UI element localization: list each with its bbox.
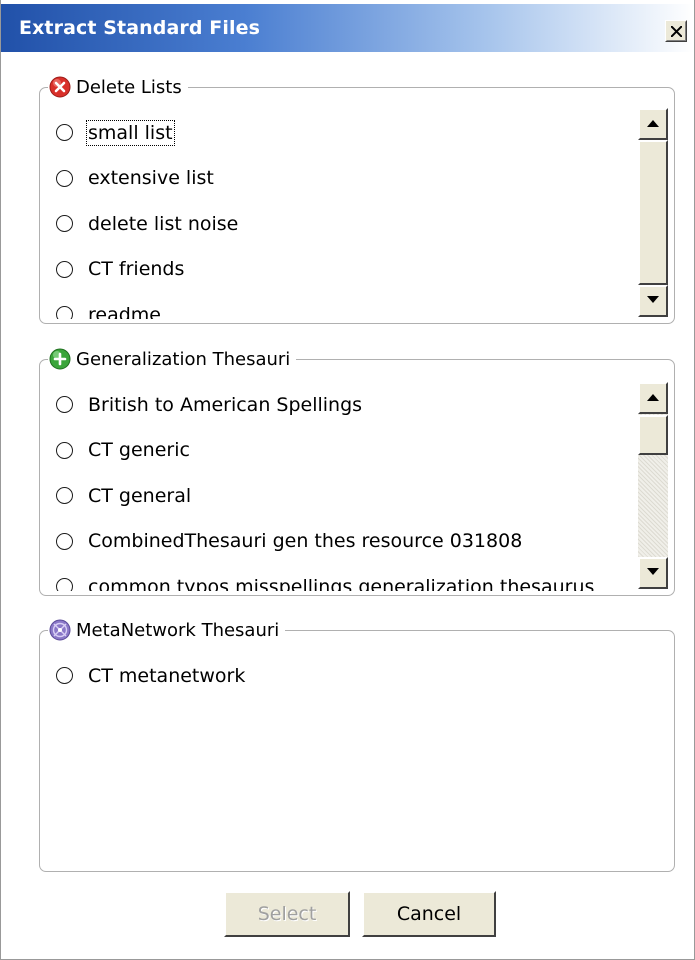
arrow-up-icon xyxy=(647,120,659,127)
list-item[interactable]: CombinedThesauri gen thes resource 03180… xyxy=(56,519,632,565)
window-title: Extract Standard Files xyxy=(19,17,260,39)
radio-button[interactable] xyxy=(56,532,73,550)
radio-button[interactable] xyxy=(56,487,73,505)
select-button-label: Select xyxy=(257,903,317,925)
list-item-label: extensive list xyxy=(88,167,214,190)
list-item[interactable]: CT metanetwork xyxy=(56,653,658,699)
radio-button[interactable] xyxy=(56,260,73,278)
arrow-up-icon xyxy=(647,394,659,401)
list-item-label: CT general xyxy=(88,484,192,507)
dialog-window: Extract Standard Files Delete Lists smal… xyxy=(0,0,695,960)
list-item[interactable]: CT generic xyxy=(56,428,632,474)
delete-lists-group: Delete Lists small list extensive list d… xyxy=(39,72,675,324)
list-item-label: CT friends xyxy=(88,258,185,281)
list-item-label: CT metanetwork xyxy=(88,664,246,687)
add-icon xyxy=(49,348,71,370)
generalization-legend: Generalization Thesauri xyxy=(48,344,297,374)
list-item-label: CT generic xyxy=(88,439,190,462)
radio-button[interactable] xyxy=(56,169,73,187)
radio-button[interactable] xyxy=(56,396,73,414)
delete-lists-label: Delete Lists xyxy=(76,76,182,98)
generalization-group: Generalization Thesauri British to Ameri… xyxy=(39,344,675,596)
select-button[interactable]: Select xyxy=(224,891,350,937)
close-button[interactable] xyxy=(665,20,687,42)
arrow-down-icon xyxy=(647,568,659,575)
network-icon xyxy=(49,619,71,641)
list-item-label: British to American Spellings xyxy=(88,393,363,416)
cancel-button[interactable]: Cancel xyxy=(362,891,496,937)
list-item-label: common typos misspellings generalization… xyxy=(88,575,595,591)
radio-button[interactable] xyxy=(56,667,73,685)
list-item[interactable]: readme xyxy=(56,292,632,319)
radio-button[interactable] xyxy=(56,578,73,591)
radio-button[interactable] xyxy=(56,306,73,319)
cancel-button-label: Cancel xyxy=(396,903,462,925)
close-icon xyxy=(671,26,682,37)
metanetwork-legend: MetaNetwork Thesauri xyxy=(48,615,286,645)
generalization-scrollbar[interactable] xyxy=(638,382,668,589)
metanetwork-label: MetaNetwork Thesauri xyxy=(76,619,280,641)
title-bar[interactable]: Extract Standard Files xyxy=(1,4,694,52)
delete-icon xyxy=(49,76,71,98)
list-item[interactable]: delete list noise xyxy=(56,201,632,247)
delete-lists-list: small list extensive list delete list no… xyxy=(56,110,632,319)
list-item[interactable]: CT general xyxy=(56,473,632,519)
metanetwork-group: MetaNetwork Thesauri CT metanetwork xyxy=(39,615,675,872)
list-item[interactable]: British to American Spellings xyxy=(56,382,632,428)
list-item[interactable]: extensive list xyxy=(56,156,632,202)
radio-button[interactable] xyxy=(56,215,73,233)
arrow-down-icon xyxy=(647,296,659,303)
scroll-down-button[interactable] xyxy=(638,557,668,589)
generalization-label: Generalization Thesauri xyxy=(76,348,291,370)
list-item-label: delete list noise xyxy=(88,212,239,235)
radio-button[interactable] xyxy=(56,124,73,142)
list-item[interactable]: small list xyxy=(56,110,632,156)
delete-lists-scrollbar[interactable] xyxy=(638,108,668,317)
scroll-down-button[interactable] xyxy=(638,285,668,317)
list-item-label: small list xyxy=(86,119,175,146)
list-item[interactable]: CT friends xyxy=(56,247,632,293)
scroll-thumb[interactable] xyxy=(638,415,668,455)
generalization-list: British to American Spellings CT generic… xyxy=(56,382,632,591)
scroll-thumb[interactable] xyxy=(638,140,668,285)
delete-lists-legend: Delete Lists xyxy=(48,72,188,102)
radio-button[interactable] xyxy=(56,441,73,459)
metanetwork-list: CT metanetwork xyxy=(56,653,658,867)
list-item-label: readme xyxy=(88,303,161,319)
scroll-up-button[interactable] xyxy=(638,108,668,140)
list-item[interactable]: common typos misspellings generalization… xyxy=(56,564,632,591)
scroll-up-button[interactable] xyxy=(638,382,668,414)
list-item-label: CombinedThesauri gen thes resource 03180… xyxy=(88,530,523,553)
